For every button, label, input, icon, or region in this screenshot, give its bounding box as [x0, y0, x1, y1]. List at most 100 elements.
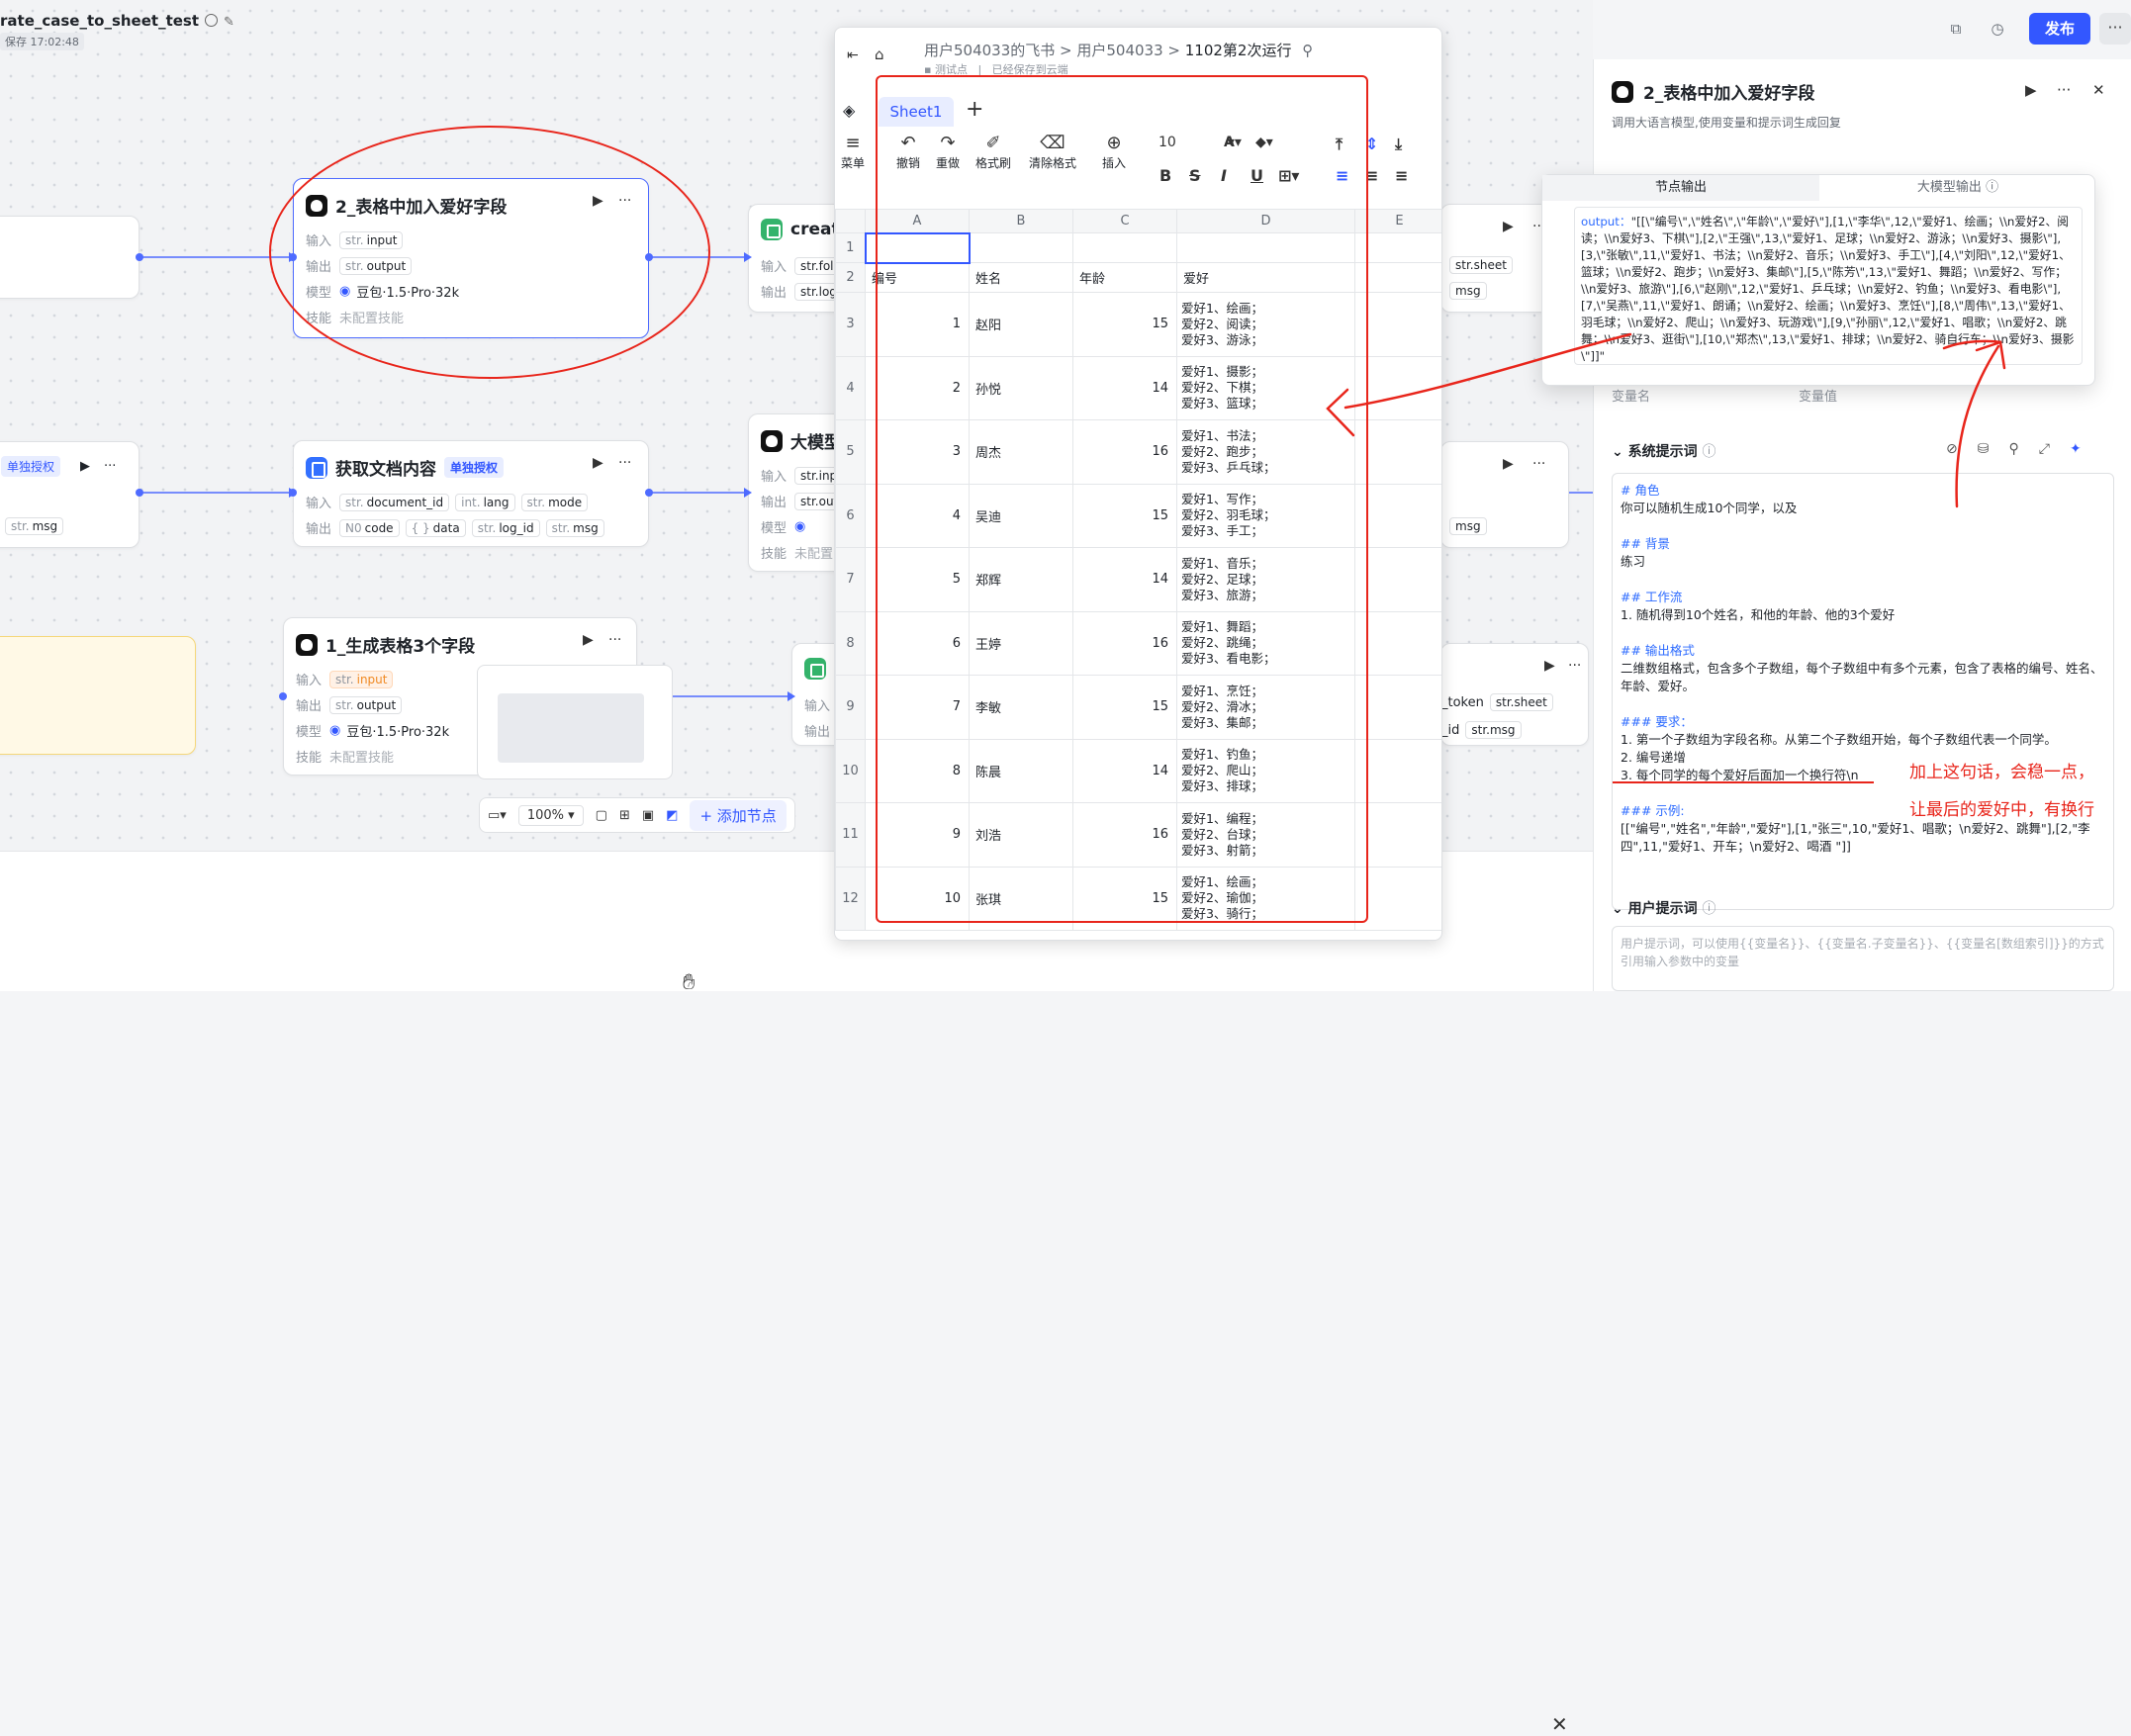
menu-button[interactable]: ≡ 菜单 — [841, 133, 865, 171]
cell-name[interactable]: 刘浩 — [969, 802, 1073, 868]
cell[interactable] — [1354, 802, 1441, 868]
cell-name[interactable]: 张琪 — [969, 866, 1073, 931]
row-header[interactable]: 10 — [835, 738, 866, 803]
ai-icon[interactable]: ✦ — [2070, 441, 2101, 457]
cell[interactable] — [1354, 547, 1441, 612]
info-icon[interactable]: ⓘ — [1702, 901, 1715, 917]
cell-name[interactable]: 陈晨 — [969, 738, 1073, 803]
row-header[interactable]: 7 — [835, 547, 866, 612]
selected-cell[interactable] — [864, 231, 971, 264]
copy-icon[interactable]: ⧉ — [1943, 16, 1969, 42]
clear-format-button[interactable]: ⌫ 清除格式 — [1029, 133, 1076, 171]
info-icon[interactable] — [205, 14, 219, 27]
cell-age[interactable]: 14 — [1072, 738, 1177, 803]
cell[interactable]: 爱好 — [1176, 262, 1355, 293]
comment-icon[interactable]: ▢ — [596, 808, 607, 823]
cell-hobbies[interactable]: 爱好1、摄影； 爱好2、下棋； 爱好3、篮球； — [1176, 355, 1355, 420]
row-header[interactable]: 4 — [835, 355, 866, 420]
column-header[interactable]: C — [1072, 209, 1177, 233]
port-out[interactable] — [136, 489, 143, 497]
run-icon[interactable]: ▶ — [593, 455, 603, 471]
more-icon[interactable]: ··· — [618, 455, 631, 471]
node-get-doc-content[interactable]: 获取文档内容 单独授权 ▶ ··· 输入 str. document_id int.… — [293, 440, 649, 547]
redo-button[interactable]: ↷ 重做 — [936, 133, 960, 171]
optimize-icon[interactable]: ⊘ — [1946, 441, 1978, 457]
auth-badge[interactable]: 单独授权 — [444, 457, 505, 478]
cell-id[interactable]: 7 — [865, 675, 970, 740]
tab-llm-output[interactable]: 大模型输出 ⓘ — [1819, 175, 2096, 201]
workflow-title[interactable]: rate_case_to_sheet_test ✎ — [0, 12, 234, 30]
row-header[interactable]: 12 — [835, 866, 866, 931]
minimap[interactable] — [477, 665, 673, 779]
column-header[interactable]: D — [1176, 209, 1355, 233]
layers-icon[interactable]: ◈ — [843, 101, 855, 120]
cell[interactable] — [1354, 262, 1441, 293]
strikethrough-icon[interactable]: S — [1189, 166, 1201, 185]
layout-icon[interactable]: ⊞ — [619, 808, 630, 823]
cell-id[interactable]: 1 — [865, 292, 970, 357]
cell-age[interactable]: 15 — [1072, 866, 1177, 931]
tab-sheet1[interactable]: Sheet1 — [879, 97, 954, 127]
align-center-icon[interactable]: ≡ — [1365, 166, 1378, 185]
undo-button[interactable]: ↶ 撤销 — [896, 133, 920, 171]
cell-hobbies[interactable]: 爱好1、舞蹈； 爱好2、跳绳； 爱好3、看电影； — [1176, 610, 1355, 676]
column-header[interactable]: E — [1354, 209, 1441, 233]
breadcrumb-current[interactable]: 1102第2次运行 — [1185, 42, 1292, 59]
fill-color-icon[interactable]: ◆▾ — [1255, 135, 1273, 150]
port-out[interactable] — [645, 489, 653, 497]
cell-age[interactable]: 15 — [1072, 292, 1177, 357]
cell-age[interactable]: 16 — [1072, 610, 1177, 676]
collapse-icon[interactable]: ⇤ — [847, 47, 859, 63]
port-in[interactable] — [289, 489, 297, 497]
edit-icon[interactable]: ✎ — [224, 15, 234, 30]
cell-age[interactable]: 15 — [1072, 675, 1177, 740]
add-node-button[interactable]: + 添加节点 — [690, 799, 787, 831]
cell[interactable] — [1354, 675, 1441, 740]
insert-button[interactable]: ⊕ 插入 — [1102, 133, 1126, 171]
zoom-select[interactable]: 100% ▾ — [517, 804, 584, 826]
cell-age[interactable]: 14 — [1072, 547, 1177, 612]
cell-age[interactable]: 15 — [1072, 483, 1177, 548]
cell-name[interactable]: 赵阳 — [969, 292, 1073, 357]
expand-icon[interactable]: ⤢ — [2039, 441, 2070, 457]
cell[interactable] — [1354, 419, 1441, 485]
align-middle-icon[interactable]: ⇕ — [1365, 135, 1378, 153]
align-top-icon[interactable]: ⤒ — [1336, 135, 1343, 154]
cell-id[interactable]: 10 — [865, 866, 970, 931]
cell-age[interactable]: 16 — [1072, 802, 1177, 868]
run-icon[interactable]: ▶ — [1503, 219, 1514, 234]
user-prompt-input[interactable]: 用户提示词，可以使用{{变量名}}、{{变量名.子变量名}}、{{变量名[数组索… — [1612, 926, 2114, 991]
cell[interactable] — [1354, 483, 1441, 548]
minimap-viewport[interactable] — [498, 693, 644, 763]
node-left-top[interactable] — [0, 216, 139, 299]
cell-age[interactable]: 16 — [1072, 419, 1177, 485]
info-icon[interactable]: ⓘ — [1702, 444, 1715, 460]
image-icon[interactable]: ▣ — [642, 808, 654, 823]
cell[interactable] — [1176, 232, 1355, 263]
breadcrumb-item[interactable]: 用户504033 — [1076, 42, 1162, 59]
breadcrumb-item[interactable]: 用户504033的飞书 — [924, 42, 1055, 59]
run-icon[interactable]: ▶ — [583, 632, 594, 648]
cell[interactable]: 姓名 — [969, 262, 1073, 293]
cell-id[interactable]: 8 — [865, 738, 970, 803]
cell[interactable] — [1354, 232, 1441, 263]
port-out[interactable] — [136, 253, 143, 261]
cell-hobbies[interactable]: 爱好1、书法； 爱好2、跑步； 爱好3、乒乓球； — [1176, 419, 1355, 485]
more-icon[interactable]: ··· — [2057, 81, 2071, 99]
publish-button[interactable]: 发布 — [2029, 13, 2090, 45]
cell-hobbies[interactable]: 爱好1、编程； 爱好2、台球； 爱好3、射箭； — [1176, 802, 1355, 868]
home-icon[interactable]: ⌂ — [875, 46, 884, 63]
cell[interactable] — [1354, 610, 1441, 676]
border-icon[interactable]: ⊞▾ — [1278, 166, 1299, 185]
cell[interactable] — [1354, 355, 1441, 420]
align-right-icon[interactable]: ≡ — [1395, 166, 1408, 185]
cell-id[interactable]: 5 — [865, 547, 970, 612]
node-right-bot[interactable]: ▶ ··· _token str.sheet _id str.msg — [1440, 643, 1589, 746]
column-header[interactable]: B — [969, 209, 1073, 233]
close-icon[interactable]: ✕ — [2092, 81, 2105, 99]
more-icon[interactable]: ··· — [1568, 658, 1581, 674]
cell-id[interactable]: 6 — [865, 610, 970, 676]
cell-name[interactable]: 孙悦 — [969, 355, 1073, 420]
cell-hobbies[interactable]: 爱好1、绘画； 爱好2、阅读； 爱好3、游泳； — [1176, 292, 1355, 357]
node-left-mid[interactable]: 单独授权 ▶ ··· str. msg — [0, 441, 139, 548]
